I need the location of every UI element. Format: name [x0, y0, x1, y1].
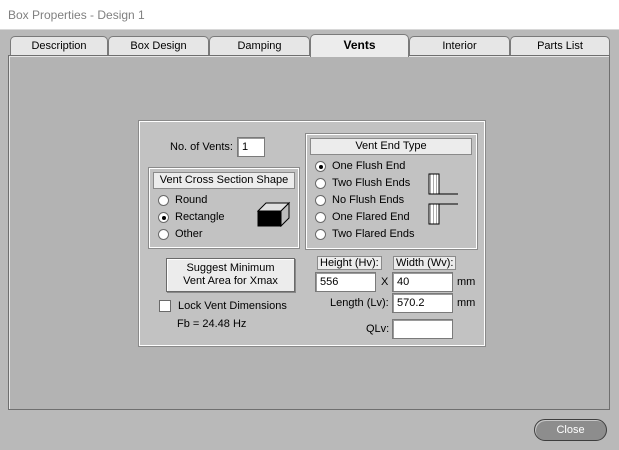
tab-parts-list[interactable]: Parts List: [510, 36, 610, 56]
height-input[interactable]: [315, 272, 376, 292]
radio-rectangle-indicator: [158, 211, 169, 223]
radio-two-flush-ends-label: Two Flush Ends: [332, 177, 411, 189]
width-label: Width (Wv):: [393, 256, 457, 270]
suggest-button-line1: Suggest Minimum: [186, 262, 275, 274]
cross-section-title: Vent Cross Section Shape: [153, 172, 295, 189]
lock-checkbox-label: Lock Vent Dimensions: [178, 300, 287, 312]
height-label: Height (Hv):: [317, 256, 382, 270]
qlv-label: QLv:: [366, 323, 390, 335]
radio-one-flush-end-label: One Flush End: [332, 160, 406, 172]
length-label: Length (Lv):: [330, 297, 389, 309]
x-separator: X: [381, 276, 389, 288]
vent-count-label: No. of Vents:: [170, 141, 233, 153]
end-type-group: Vent End Type One Flush End Two Flush En…: [306, 134, 477, 249]
radio-round-indicator: [158, 194, 169, 206]
window-title: Box Properties - Design 1: [8, 8, 145, 22]
radio-two-flared-ends[interactable]: Two Flared Ends: [315, 226, 415, 242]
length-unit: mm: [457, 297, 476, 309]
radio-rectangle-label: Rectangle: [175, 211, 225, 223]
radio-one-flared-end-indicator: [315, 211, 326, 223]
rectangle-vent-icon: [257, 201, 291, 227]
radio-no-flush-ends[interactable]: No Flush Ends: [315, 192, 404, 208]
qlv-input[interactable]: [392, 319, 453, 339]
width-input[interactable]: [392, 272, 453, 292]
radio-two-flush-ends-indicator: [315, 177, 326, 189]
vent-end-diagram-icon: [428, 173, 458, 225]
tab-strip: Description Box Design Damping Vents Int…: [0, 30, 619, 57]
length-input[interactable]: [392, 293, 453, 313]
lock-vent-dimensions-checkbox[interactable]: Lock Vent Dimensions: [159, 300, 287, 312]
radio-other-indicator: [158, 228, 169, 240]
radio-no-flush-ends-indicator: [315, 194, 326, 206]
radio-one-flush-end[interactable]: One Flush End: [315, 158, 405, 174]
fb-readout: Fb = 24.48 Hz: [177, 318, 247, 330]
tab-box-design[interactable]: Box Design: [108, 36, 209, 56]
radio-rectangle[interactable]: Rectangle: [158, 209, 225, 225]
radio-round[interactable]: Round: [158, 192, 207, 208]
suggest-min-vent-area-button[interactable]: Suggest Minimum Vent Area for Xmax: [166, 258, 295, 292]
radio-one-flared-end[interactable]: One Flared End: [315, 209, 410, 225]
radio-other[interactable]: Other: [158, 226, 203, 242]
tab-description[interactable]: Description: [10, 36, 108, 56]
width-unit: mm: [457, 276, 476, 288]
radio-two-flared-ends-label: Two Flared Ends: [332, 228, 415, 240]
radio-two-flared-ends-indicator: [315, 228, 326, 240]
vent-count-input[interactable]: [237, 137, 265, 157]
radio-one-flared-end-label: One Flared End: [332, 211, 410, 223]
radio-no-flush-ends-label: No Flush Ends: [332, 194, 405, 206]
title-bar: Box Properties - Design 1: [0, 0, 619, 30]
tab-vents[interactable]: Vents: [310, 34, 409, 57]
radio-round-label: Round: [175, 194, 208, 206]
suggest-button-line2: Vent Area for Xmax: [183, 275, 278, 287]
close-button[interactable]: Close: [534, 419, 607, 441]
cross-section-group: Vent Cross Section Shape Round Rectangle…: [149, 168, 299, 248]
radio-other-label: Other: [175, 228, 203, 240]
lock-checkbox-box: [159, 300, 171, 312]
tab-interior[interactable]: Interior: [409, 36, 510, 56]
radio-two-flush-ends[interactable]: Two Flush Ends: [315, 175, 410, 191]
vent-settings-box: No. of Vents: Vent Cross Section Shape R…: [139, 121, 485, 346]
radio-one-flush-end-indicator: [315, 160, 326, 172]
tab-damping[interactable]: Damping: [209, 36, 310, 56]
end-type-title: Vent End Type: [310, 138, 472, 155]
